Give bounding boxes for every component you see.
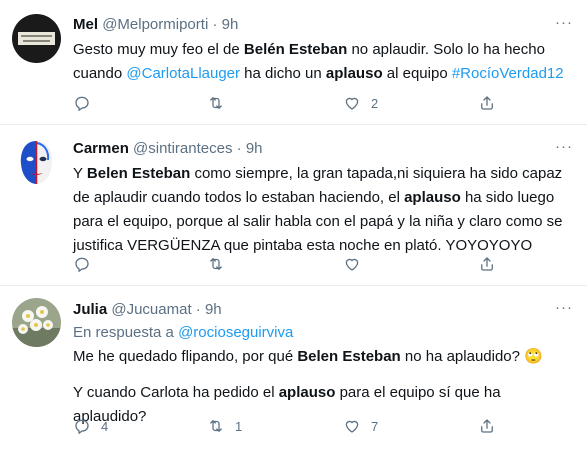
tweet-julia[interactable]: Julia @Jucuamat · 9h ··· En respuesta a … xyxy=(0,286,587,450)
heart-icon xyxy=(345,420,359,433)
timestamp[interactable]: 9h xyxy=(205,301,222,318)
separator: · xyxy=(195,301,201,318)
share-icon xyxy=(481,257,493,271)
tweet-text: Y Belen Esteban como siempre, la gran ta… xyxy=(73,162,578,258)
retweet-icon xyxy=(210,420,222,432)
like-count: 2 xyxy=(371,95,379,111)
timestamp[interactable]: 9h xyxy=(246,140,263,157)
text-segment: ha dicho un xyxy=(240,65,326,82)
reply-icon xyxy=(75,257,89,272)
reply-button[interactable] xyxy=(73,255,101,273)
avatar[interactable] xyxy=(12,14,61,63)
share-icon xyxy=(481,419,493,433)
heart-icon xyxy=(345,97,359,110)
separator: · xyxy=(212,16,218,33)
like-button[interactable] xyxy=(343,255,371,273)
share-button[interactable] xyxy=(478,255,496,273)
reply-to-link[interactable]: @rocioseguirviva xyxy=(178,324,293,341)
more-icon[interactable]: ··· xyxy=(555,299,573,316)
retweet-button[interactable]: 1 xyxy=(207,417,242,435)
reply-button[interactable]: 4 xyxy=(73,417,108,435)
share-button[interactable] xyxy=(478,417,496,435)
text-segment: Y xyxy=(73,165,87,182)
more-icon[interactable]: ··· xyxy=(555,14,573,31)
text-segment: Y cuando Carlota ha pedido el xyxy=(73,384,279,401)
tweet-actions: 2 xyxy=(73,94,513,116)
author-handle[interactable]: @sintiranteces xyxy=(133,140,232,157)
tweet-header: Julia @Jucuamat · 9h xyxy=(73,301,222,318)
text-segment: no ha aplaudido? 🙄 xyxy=(400,348,543,365)
text-segment: al equipo xyxy=(382,65,452,82)
retweet-button[interactable] xyxy=(207,94,235,112)
reply-count: 4 xyxy=(101,418,109,434)
text-segment: Me he quedado flipando, por qué xyxy=(73,348,298,365)
share-button[interactable] xyxy=(478,94,496,112)
reply-prefix: En respuesta a xyxy=(73,324,174,341)
highlighted-term: aplauso xyxy=(278,384,336,401)
tweet-text-line-1: Me he quedado flipando, por qué Belen Es… xyxy=(73,345,578,369)
retweet-button[interactable] xyxy=(207,255,235,273)
tweet-mel[interactable]: Mel @Melpormiporti · 9h ··· Gesto muy mu… xyxy=(0,0,587,125)
more-icon[interactable]: ··· xyxy=(555,138,573,155)
highlighted-term: aplauso xyxy=(404,189,461,206)
tweet-text: Gesto muy muy feo el de Belén Esteban no… xyxy=(73,38,578,86)
heart-icon xyxy=(345,258,359,271)
highlighted-term: Belen Esteban xyxy=(297,348,401,365)
avatar[interactable] xyxy=(12,138,61,187)
like-button[interactable]: 2 xyxy=(343,94,378,112)
reply-icon xyxy=(75,419,89,434)
like-button[interactable]: 7 xyxy=(343,417,378,435)
retweet-count: 1 xyxy=(235,418,243,434)
like-count: 7 xyxy=(371,418,379,434)
text-segment: Gesto muy muy feo el de xyxy=(73,41,244,58)
highlighted-term: aplauso xyxy=(325,65,383,82)
tweet-header: Mel @Melpormiporti · 9h xyxy=(73,16,238,33)
tweet-link[interactable]: #RocíoVerdad12 xyxy=(452,65,564,82)
tweet-link[interactable]: @CarlotaLlauger xyxy=(126,65,240,82)
author-handle[interactable]: @Melpormiporti xyxy=(102,16,208,33)
reply-button[interactable] xyxy=(73,94,101,112)
tweet-actions: 4 1 7 xyxy=(73,417,513,439)
share-icon xyxy=(481,96,493,110)
author-name[interactable]: Julia xyxy=(73,301,107,318)
author-name[interactable]: Mel xyxy=(73,16,98,33)
avatar[interactable] xyxy=(12,298,61,347)
author-name[interactable]: Carmen xyxy=(73,140,129,157)
tweet-header: Carmen @sintiranteces · 9h xyxy=(73,140,263,157)
separator: · xyxy=(236,140,242,157)
tweet-actions xyxy=(73,255,513,277)
retweet-icon xyxy=(210,97,222,109)
reply-context: En respuesta a @rocioseguirviva xyxy=(73,324,293,341)
retweet-icon xyxy=(210,258,222,270)
timestamp[interactable]: 9h xyxy=(222,16,239,33)
highlighted-term: Belén Esteban xyxy=(243,41,348,58)
reply-icon xyxy=(75,96,89,111)
highlighted-term: Belen Esteban xyxy=(86,165,191,182)
author-handle[interactable]: @Jucuamat xyxy=(111,301,191,318)
tweet-carmen[interactable]: Carmen @sintiranteces · 9h ··· Y Belen E… xyxy=(0,125,587,286)
